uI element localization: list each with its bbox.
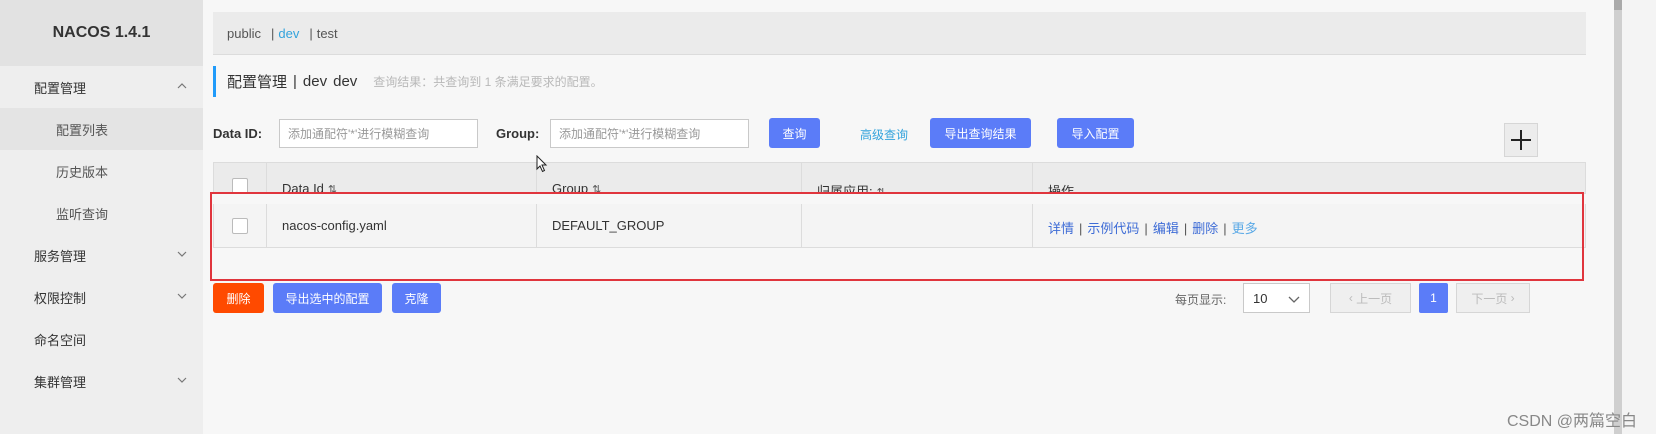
row-actions: 详情 | 示例代码 | 编辑 | 删除 | 更多 <box>1048 221 1258 236</box>
sidebar-item-label: 命名空间 <box>34 332 87 348</box>
namespace-name: dev <box>302 73 328 90</box>
column-header-dataid[interactable]: Data Id ⇅ <box>282 181 338 194</box>
clone-button[interactable]: 克隆 <box>392 283 441 313</box>
prev-page-button[interactable]: ‹ 上一页 <box>1330 283 1411 313</box>
sidebar-item-label: 监听查询 <box>56 206 109 222</box>
table-header: Data Id ⇅ Group ⇅ 归属应用: ⇅ 操作 <box>213 162 1586 194</box>
group-label: Group: <box>496 126 540 141</box>
chevron-down-icon <box>175 373 189 387</box>
action-sample-code-link[interactable]: 示例代码 <box>1087 221 1139 236</box>
page-size-select[interactable]: 10 <box>1243 283 1310 313</box>
namespace-id: dev <box>333 73 358 90</box>
export-results-button[interactable]: 导出查询结果 <box>930 118 1031 148</box>
sidebar-item-access-control[interactable]: 权限控制 <box>0 276 203 318</box>
group-input[interactable] <box>550 119 749 148</box>
next-page-button[interactable]: 下一页 › <box>1456 283 1530 313</box>
sidebar-item-cluster-management[interactable]: 集群管理 <box>0 360 203 402</box>
sort-icon: ⇅ <box>592 184 602 194</box>
sidebar-item-config-list[interactable]: 配置列表 <box>0 108 203 150</box>
sidebar-item-label: 配置列表 <box>56 122 109 138</box>
namespace-separator: | <box>309 25 313 41</box>
page-title: 配置管理 | dev dev 查询结果：共查询到 1 条满足要求的配置。 <box>213 66 603 97</box>
row-checkbox[interactable] <box>232 218 248 234</box>
watermark: CSDN @两篇空白 <box>1507 413 1638 430</box>
add-config-button[interactable] <box>1504 123 1538 157</box>
column-header-group[interactable]: Group ⇅ <box>552 181 602 194</box>
import-config-button[interactable]: 导入配置 <box>1057 118 1134 148</box>
action-delete-link[interactable]: 删除 <box>1192 221 1218 236</box>
search-bar: Data ID: Group: 查询 高级查询 导出查询结果 导入配置 <box>213 118 1593 150</box>
chevron-up-icon <box>175 79 189 93</box>
sidebar-item-label: 服务管理 <box>34 248 87 264</box>
result-hint: 查询结果：共查询到 1 条满足要求的配置。 <box>373 75 603 89</box>
config-table: Data Id ⇅ Group ⇅ 归属应用: ⇅ 操作 nacos-config.y… <box>213 162 1586 248</box>
action-edit-link[interactable]: 编辑 <box>1153 221 1179 236</box>
chevron-down-icon <box>175 289 189 303</box>
page-size-label: 每页显示: <box>1175 293 1227 307</box>
cell-dataid: nacos-config.yaml <box>282 218 387 233</box>
sidebar-item-listener-query[interactable]: 监听查询 <box>0 192 203 234</box>
chevron-down-icon <box>1287 292 1301 306</box>
sidebar: NACOS 1.4.1 配置管理 配置列表 历史版本 监听查询 服务管理 权限控… <box>0 0 203 434</box>
namespace-bar: public | dev | test <box>213 12 1586 55</box>
page-title-text: 配置管理 <box>227 74 288 91</box>
select-all-checkbox[interactable] <box>232 178 248 193</box>
export-selected-button[interactable]: 导出选中的配置 <box>273 283 382 313</box>
advanced-query-link[interactable]: 高级查询 <box>860 126 908 143</box>
scrollbar-thumb[interactable] <box>1614 0 1622 10</box>
action-more-link[interactable]: 更多 <box>1232 221 1258 236</box>
table-row: nacos-config.yaml DEFAULT_GROUP 详情 | 示例代码 |… <box>213 204 1586 248</box>
table-footer: 删除 导出选中的配置 克隆 每页显示: 10 ‹ 上一页 1 下一页 › <box>213 283 1593 313</box>
plus-icon <box>1511 130 1531 150</box>
sidebar-item-config-management[interactable]: 配置管理 <box>0 66 203 108</box>
sort-icon: ⇅ <box>876 187 886 194</box>
sidebar-item-history[interactable]: 历史版本 <box>0 150 203 192</box>
dataid-input[interactable] <box>279 119 478 148</box>
column-header-app[interactable]: 归属应用: ⇅ <box>817 181 886 194</box>
sidebar-item-service-management[interactable]: 服务管理 <box>0 234 203 276</box>
scrollbar[interactable] <box>1614 0 1622 434</box>
namespace-dev[interactable]: dev <box>278 26 299 41</box>
app-logo: NACOS 1.4.1 <box>0 0 203 66</box>
column-header-actions: 操作 <box>1048 184 1075 194</box>
namespace-separator: | <box>270 25 275 41</box>
chevron-right-icon: › <box>1510 291 1515 305</box>
sidebar-item-label: 权限控制 <box>34 290 87 306</box>
namespace-test[interactable]: test <box>317 26 338 41</box>
chevron-down-icon <box>175 247 189 261</box>
sidebar-item-label: 集群管理 <box>34 374 87 390</box>
sidebar-item-namespace[interactable]: 命名空间 <box>0 318 203 360</box>
sidebar-item-label: 配置管理 <box>34 80 87 96</box>
chevron-left-icon: ‹ <box>1348 291 1353 305</box>
query-button[interactable]: 查询 <box>769 118 820 148</box>
sort-icon: ⇅ <box>327 184 338 194</box>
sidebar-item-label: 历史版本 <box>56 164 109 180</box>
page-number-current[interactable]: 1 <box>1419 283 1448 313</box>
page-size-value: 10 <box>1253 290 1268 306</box>
delete-button[interactable]: 删除 <box>213 283 264 313</box>
namespace-public[interactable]: public <box>227 26 261 41</box>
dataid-label: Data ID: <box>213 126 263 141</box>
mouse-cursor-icon <box>536 155 548 173</box>
cell-group: DEFAULT_GROUP <box>552 218 665 233</box>
action-detail-link[interactable]: 详情 <box>1048 221 1074 236</box>
main-content: public | dev | test 配置管理 | dev dev 查询结果：… <box>203 0 1614 434</box>
title-separator: | <box>293 73 297 90</box>
